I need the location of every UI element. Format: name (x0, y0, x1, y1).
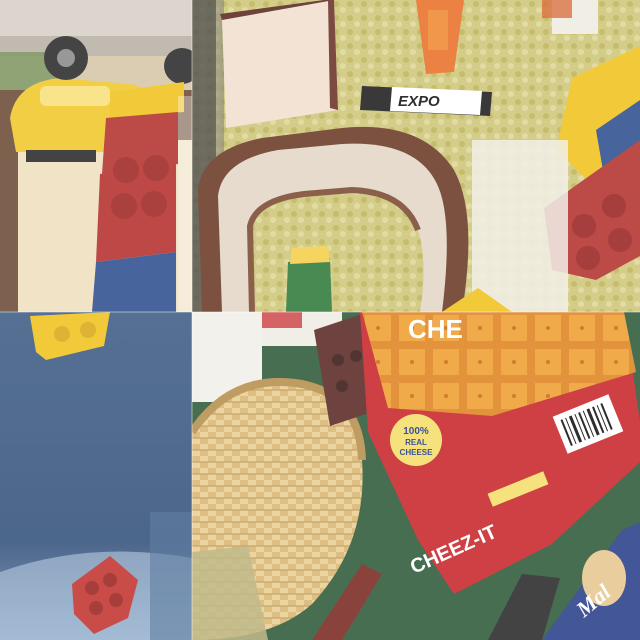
badge-line-3: CHEESE (400, 448, 434, 457)
panel-bottom-right-scene: CHE 100% REAL CHEESE CHEEZ-IT Mal (192, 312, 640, 640)
panel-bottom-right: CHE 100% REAL CHEESE CHEEZ-IT Mal (192, 312, 640, 640)
expo-label: EXPO (398, 93, 440, 110)
panel-top-right-scene: EXPO (192, 0, 640, 312)
panel-top-left (0, 0, 192, 312)
real-cheese-badge: 100% REAL CHEESE (390, 414, 442, 466)
brown-block (220, 0, 338, 128)
badge-line-1: 100% (403, 426, 429, 437)
panel-bottom-left-scene (0, 312, 192, 640)
panel-top-left-scene (0, 0, 192, 312)
badge-line-2: REAL (405, 438, 427, 447)
green-marker (286, 246, 332, 312)
photo-mosaic: EXPO CHE 100% REAL CHEESE CHEEZ-IT Mal (0, 0, 640, 640)
panel-top-right: EXPO (192, 0, 640, 312)
wooden-letter-o (198, 126, 469, 312)
panel-bottom-left (0, 312, 192, 640)
box-top-text: CHE (408, 314, 463, 344)
